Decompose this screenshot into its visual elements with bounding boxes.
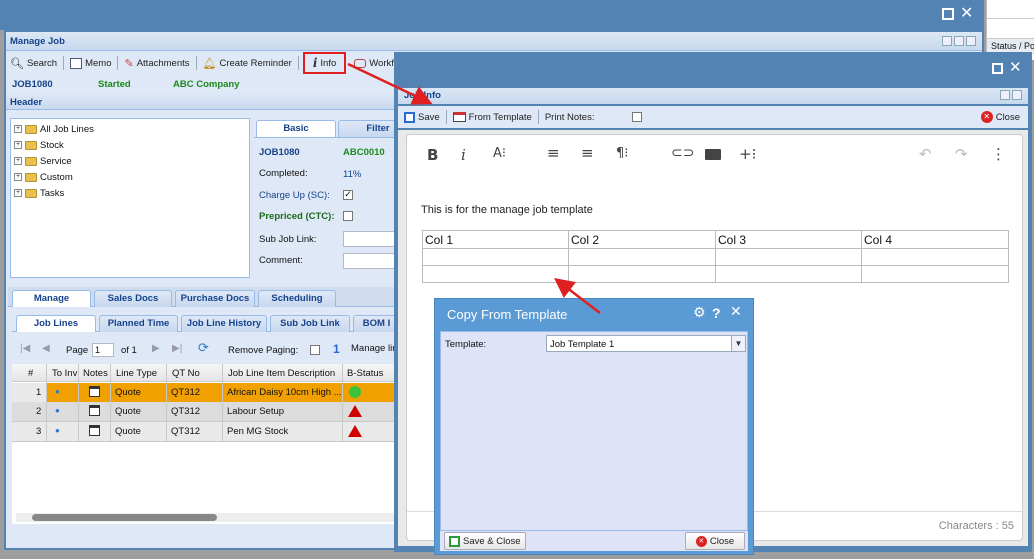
annotation-arrows xyxy=(347,62,601,314)
arrow-info-to-jobinfo xyxy=(347,62,433,105)
arrow-dialog-to-table xyxy=(554,277,601,314)
